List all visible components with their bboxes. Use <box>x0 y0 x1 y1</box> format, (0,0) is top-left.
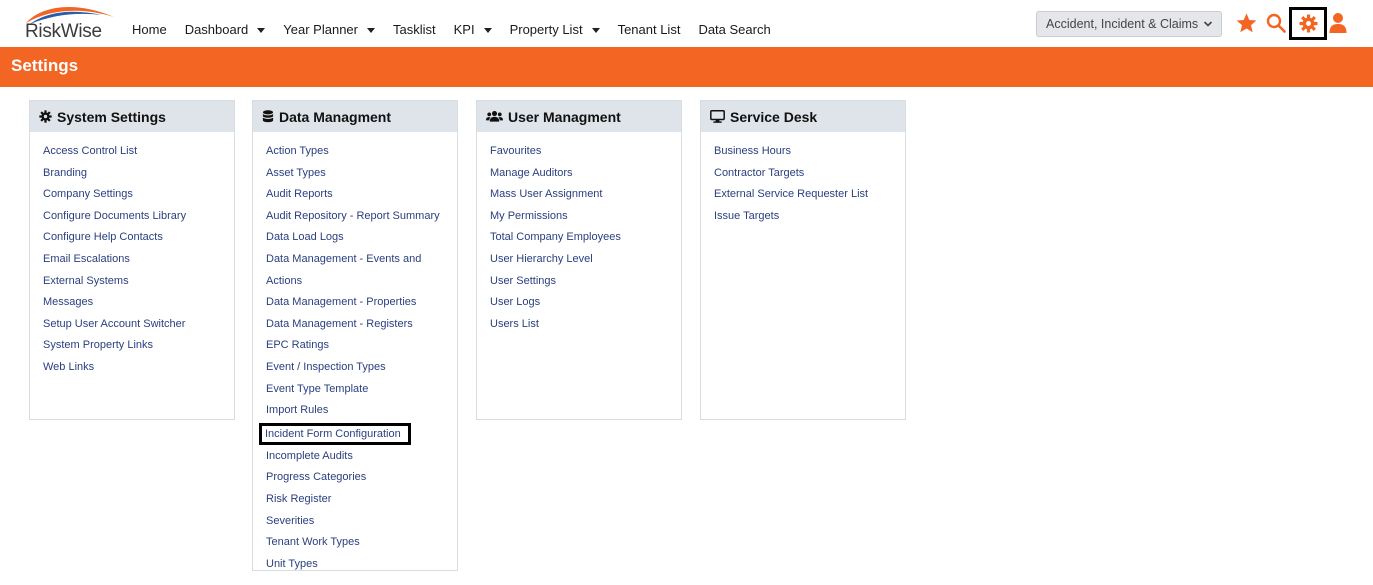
panel-title: Data Managment <box>279 108 392 125</box>
link-external-service-requester-list[interactable]: External Service Requester List <box>714 184 905 206</box>
link-audit-repository-report-summary[interactable]: Audit Repository - Report Summary <box>266 206 457 228</box>
nav-tasklist[interactable]: Tasklist <box>393 22 436 37</box>
user-icon[interactable] <box>1329 12 1347 34</box>
link-branding[interactable]: Branding <box>43 163 234 185</box>
link-incident-form-configuration[interactable]: Incident Form Configuration <box>259 422 411 445</box>
link-configure-help-contacts[interactable]: Configure Help Contacts <box>43 227 234 249</box>
link-configure-documents-library[interactable]: Configure Documents Library <box>43 206 234 228</box>
nav-label: Tenant List <box>617 22 681 37</box>
search-icon[interactable] <box>1266 13 1286 33</box>
link-mass-user-assignment[interactable]: Mass User Assignment <box>490 184 681 206</box>
caret-down-icon <box>483 28 492 33</box>
link-my-permissions[interactable]: My Permissions <box>490 206 681 228</box>
link-user-logs[interactable]: User Logs <box>490 292 681 314</box>
nav-tenant-list[interactable]: Tenant List <box>618 22 681 37</box>
monitor-icon <box>710 110 725 123</box>
panel-service-desk: Service Desk Business Hours Contractor T… <box>700 100 906 420</box>
link-severities[interactable]: Severities <box>266 511 457 533</box>
panel-title: System Settings <box>57 108 166 125</box>
nav-label: Data Search <box>698 22 771 37</box>
panel-header: User Managment <box>477 101 681 132</box>
panel-links: Action Types Asset Types Audit Reports A… <box>253 132 457 581</box>
nav-label: Dashboard <box>184 22 249 37</box>
link-users-list[interactable]: Users List <box>490 314 681 336</box>
link-incomplete-audits[interactable]: Incomplete Audits <box>266 446 457 468</box>
link-system-property-links[interactable]: System Property Links <box>43 335 234 357</box>
panel-header: Service Desk <box>701 101 905 132</box>
link-messages[interactable]: Messages <box>43 292 234 314</box>
caret-down-icon <box>591 28 600 33</box>
link-event-type-template[interactable]: Event Type Template <box>266 379 457 401</box>
link-data-management-properties[interactable]: Data Management - Properties <box>266 292 457 314</box>
panel-title: Service Desk <box>730 108 818 125</box>
module-select-value: Accident, Incident & Claims <box>1046 17 1199 31</box>
database-icon <box>262 110 274 123</box>
link-contractor-targets[interactable]: Contractor Targets <box>714 163 905 185</box>
panel-data-management: Data Managment Action Types Asset Types … <box>252 100 458 571</box>
link-setup-user-account-switcher[interactable]: Setup User Account Switcher <box>43 314 234 336</box>
panel-system-settings: System Settings Access Control List Bran… <box>29 100 235 420</box>
link-email-escalations[interactable]: Email Escalations <box>43 249 234 271</box>
link-risk-register[interactable]: Risk Register <box>266 489 457 511</box>
caret-down-icon <box>366 28 375 33</box>
link-web-links[interactable]: Web Links <box>43 357 234 379</box>
gear-icon <box>39 110 52 123</box>
gear-icon[interactable] <box>1299 14 1318 33</box>
link-asset-types[interactable]: Asset Types <box>266 163 457 185</box>
link-data-management-events-and-actions[interactable]: Data Management - Events and Actions <box>266 249 446 292</box>
chevron-down-icon <box>1203 21 1213 27</box>
main-nav: Home Dashboard Year Planner Tasklist KPI… <box>132 22 789 37</box>
nav-label: Year Planner <box>283 22 358 37</box>
link-issue-targets[interactable]: Issue Targets <box>714 206 905 228</box>
panel-user-management: User Managment Favourites Manage Auditor… <box>476 100 682 420</box>
panel-links: Favourites Manage Auditors Mass User Ass… <box>477 132 681 341</box>
nav-label: Tasklist <box>392 22 436 37</box>
link-progress-categories[interactable]: Progress Categories <box>266 467 457 489</box>
nav-label: Home <box>132 22 167 37</box>
link-manage-auditors[interactable]: Manage Auditors <box>490 163 681 185</box>
module-select[interactable]: Accident, Incident & Claims <box>1036 11 1222 37</box>
panel-title: User Managment <box>508 108 621 125</box>
link-user-settings[interactable]: User Settings <box>490 271 681 293</box>
page-title: Settings <box>11 56 79 75</box>
settings-gear-highlight[interactable] <box>1289 7 1327 40</box>
link-external-systems[interactable]: External Systems <box>43 271 234 293</box>
nav-label: KPI <box>453 22 475 37</box>
link-total-company-employees[interactable]: Total Company Employees <box>490 227 681 249</box>
users-icon <box>486 110 503 122</box>
panel-links: Business Hours Contractor Targets Extern… <box>701 132 905 233</box>
link-event-inspection-types[interactable]: Event / Inspection Types <box>266 357 457 379</box>
link-business-hours[interactable]: Business Hours <box>714 141 905 163</box>
nav-data-search[interactable]: Data Search <box>698 22 770 37</box>
link-action-types[interactable]: Action Types <box>266 141 457 163</box>
link-company-settings[interactable]: Company Settings <box>43 184 234 206</box>
link-user-hierarchy-level[interactable]: User Hierarchy Level <box>490 249 681 271</box>
panel-links: Access Control List Branding Company Set… <box>30 132 234 385</box>
nav-home[interactable]: Home <box>132 22 167 37</box>
link-tenant-work-types[interactable]: Tenant Work Types <box>266 532 457 554</box>
panel-header: Data Managment <box>253 101 457 132</box>
link-data-management-registers[interactable]: Data Management - Registers <box>266 314 457 336</box>
caret-down-icon <box>257 28 266 33</box>
link-epc-ratings[interactable]: EPC Ratings <box>266 335 457 357</box>
logo-text: RiskWise <box>25 21 102 42</box>
link-favourites[interactable]: Favourites <box>490 141 681 163</box>
link-data-load-logs[interactable]: Data Load Logs <box>266 227 457 249</box>
nav-kpi[interactable]: KPI <box>454 22 492 37</box>
nav-property-list[interactable]: Property List <box>510 22 600 37</box>
link-unit-types[interactable]: Unit Types <box>266 554 457 576</box>
riskwise-logo[interactable]: RiskWise <box>22 3 118 43</box>
panel-header: System Settings <box>30 101 234 132</box>
star-icon[interactable] <box>1236 13 1257 33</box>
link-audit-reports[interactable]: Audit Reports <box>266 184 457 206</box>
settings-header-bar: Settings <box>0 47 1373 87</box>
top-navigation-bar: RiskWise Home Dashboard Year Planner Tas… <box>0 0 1373 47</box>
nav-year-planner[interactable]: Year Planner <box>283 22 375 37</box>
nav-dashboard[interactable]: Dashboard <box>185 22 266 37</box>
link-import-rules[interactable]: Import Rules <box>266 400 457 422</box>
nav-label: Property List <box>509 22 583 37</box>
link-access-control-list[interactable]: Access Control List <box>43 141 234 163</box>
